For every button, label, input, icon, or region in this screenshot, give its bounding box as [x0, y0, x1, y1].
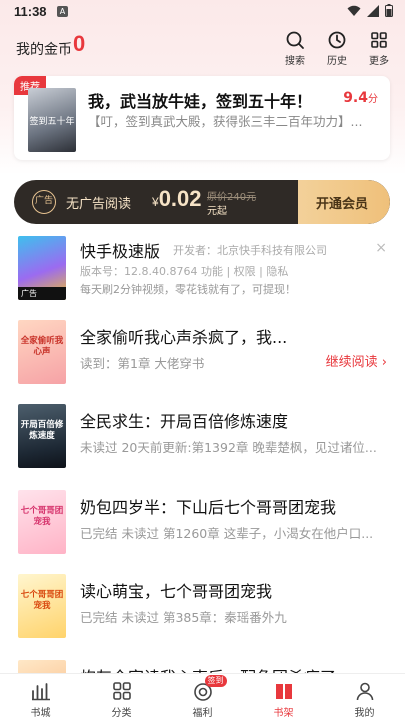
vip-original-price: 原价240元: [207, 192, 257, 203]
coins-label: 我的金币: [16, 42, 72, 58]
search-label: 搜索: [285, 56, 305, 67]
battery-icon: [385, 4, 393, 17]
book-title: 全家偷听我心声杀疯了，我...: [80, 328, 288, 347]
book-subtitle: 已完结 未读过 第385章：秦瑶番外九: [80, 610, 287, 625]
tab-bookstore[interactable]: 书城: [0, 674, 81, 720]
recommend-title: 我，武当放牛娃，签到五十年！: [88, 92, 313, 111]
shelf-header: 我的金币 0 搜索 历史 更多: [0, 28, 405, 68]
tab-label: 书城: [30, 708, 51, 719]
notification-a-icon: A: [57, 6, 68, 17]
tab-profile[interactable]: 我的: [324, 674, 405, 720]
tab-category[interactable]: 分类: [81, 674, 162, 720]
list-item[interactable]: 开局百倍修炼速度 全民求生：开局百倍修炼速度 未读过 20天前更新:第1392章…: [0, 404, 405, 476]
open-vip-button[interactable]: 开通会员: [316, 193, 368, 212]
ad-close-icon[interactable]: ×: [375, 240, 387, 256]
status-bar: 11:38 A: [0, 0, 405, 24]
tab-label: 书架: [273, 708, 294, 719]
coins-value[interactable]: 0: [73, 31, 85, 57]
recommend-score: 9.4分: [343, 90, 378, 106]
recommend-book-cover: 签到五十年: [28, 88, 76, 152]
book-title: 读心萌宝，七个哥哥团宠我: [80, 582, 273, 601]
status-time: 11:38: [14, 4, 47, 19]
vip-promo-bar[interactable]: 广告 无广告阅读 ¥0.02 原价240元 元起 开通会员: [14, 180, 390, 224]
list-item[interactable]: 全家偷听我心声 全家偷听我心声杀疯了，我... 读到：第1章 大佬穿书 继续阅读…: [0, 320, 405, 392]
history-button[interactable]: 历史: [322, 28, 352, 67]
ad-version-line[interactable]: 版本号：12.8.40.8764 功能 | 权限 | 隐私: [80, 263, 288, 279]
ad-developer: 开发者：北京快手科技有限公司: [173, 244, 327, 257]
grid-more-icon: [371, 32, 387, 48]
book-cover: 开局百倍修炼速度: [18, 404, 66, 468]
book-title: 奶包四岁半：下山后七个哥哥团宠我: [80, 498, 337, 517]
book-cover: 七个哥哥团宠我: [18, 490, 66, 554]
book-subtitle: 未读过 20天前更新:第1392章 晚辈楚枫，见过诸位...: [80, 440, 377, 455]
continue-reading-link[interactable]: 继续阅读 ›: [326, 351, 387, 370]
history-label: 历史: [327, 56, 347, 67]
bookstore-icon: [31, 683, 50, 701]
more-button[interactable]: 更多: [364, 28, 394, 67]
checkin-badge: 签到: [204, 675, 227, 687]
ad-label: 广告: [18, 287, 66, 300]
ad-slogan: 每天刷2分钟视频，零花钱就有了，可提现！: [80, 283, 296, 296]
tab-welfare[interactable]: 签到 福利: [162, 674, 243, 720]
ad-thumbnail: 广告: [18, 236, 66, 300]
bottom-tab-bar: 书城 分类 签到 福利 书架 我的: [0, 673, 405, 720]
ad-item[interactable]: 广告 快手极速版 开发者：北京快手科技有限公司 版本号：12.8.40.8764…: [0, 232, 405, 302]
ad-app-name: 快手极速版: [80, 242, 161, 261]
vip-price-unit: 元起: [207, 206, 227, 217]
search-button[interactable]: 搜索: [280, 28, 310, 67]
bookshelf-icon: [275, 684, 292, 699]
book-cover: 全家偷听我心声: [18, 320, 66, 384]
tab-label: 分类: [111, 708, 132, 719]
vip-price: ¥0.02: [152, 186, 202, 211]
tab-label: 我的: [354, 708, 375, 719]
tab-bookshelf[interactable]: 书架: [243, 674, 324, 720]
list-item[interactable]: 七个哥哥团宠我 读心萌宝，七个哥哥团宠我 已完结 未读过 第385章：秦瑶番外九: [0, 574, 405, 646]
tab-label: 福利: [192, 708, 213, 719]
no-ad-icon: 广告: [32, 190, 56, 214]
search-icon: [286, 31, 304, 49]
book-title: 全民求生：开局百倍修炼速度: [80, 412, 289, 431]
recommend-desc: 【叮，签到真武大殿，获得张三丰二百年功力】...: [88, 114, 363, 129]
no-ad-label: 无广告阅读: [66, 197, 132, 212]
more-label: 更多: [369, 56, 389, 67]
list-item[interactable]: 七个哥哥团宠我 奶包四岁半：下山后七个哥哥团宠我 已完结 未读过 第1260章 …: [0, 490, 405, 562]
signal-icon: [367, 4, 379, 17]
category-icon: [112, 682, 131, 700]
book-cover: 七个哥哥团宠我: [18, 574, 66, 638]
recommend-card[interactable]: 推荐 签到五十年 我，武当放牛娃，签到五十年！ 9.4分 【叮，签到真武大殿，获…: [14, 76, 390, 160]
wifi-icon: [347, 5, 361, 16]
clock-icon: [328, 31, 346, 49]
book-subtitle: 已完结 未读过 第1260章 这辈子，小渴女在他户口...: [80, 526, 374, 541]
profile-icon: [356, 682, 373, 701]
